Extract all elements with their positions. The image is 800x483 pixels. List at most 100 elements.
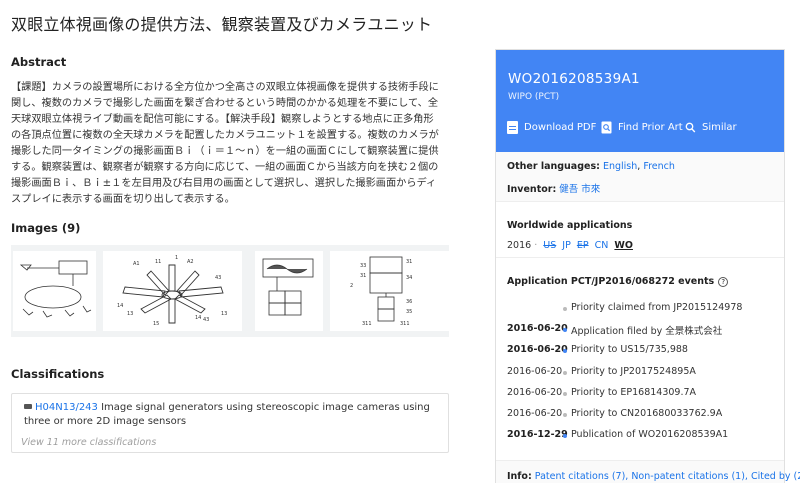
fig2-label: A1 [133,261,140,267]
worldwide-applications-row: 2016 · US JP EP CN WO [507,240,633,251]
event-date: 2016-06-20 [507,365,563,377]
event-description: Priority to US15/735,988 [571,344,688,356]
classification-row: H04N13/243 Image signal generators using… [24,401,444,429]
page-title: 双眼立体視画像の提供方法、観察装置及びカメラユニット [11,15,433,34]
event-date: 2016-06-20 [507,323,568,335]
patent-figure-3 [262,258,314,316]
publication-number: WO2016208539A1 [508,71,640,87]
languages-inventor-section: Other languages: English, French Invento… [496,152,784,202]
info-links[interactable]: Patent citations (7), Non-patent citatio… [535,471,800,482]
classification-code-link[interactable]: H04N13/243 [35,402,98,413]
search-document-icon [601,121,612,134]
info-section: Info: Patent citations (7), Non-patent c… [496,460,800,483]
inventor-link[interactable]: 健吾 市來 [559,184,600,195]
document-icon [507,121,518,134]
image-thumbnail-1[interactable] [13,251,96,331]
event-description: Application filed by 全景株式会社 [571,326,723,338]
classifications-heading: Classifications [11,367,105,381]
image-thumbnail-3[interactable] [255,251,323,331]
worldwide-applications-title: Worldwide applications [507,220,633,231]
image-thumbnail-4[interactable]: 33 31 34 2 31 36 35 311 311 [330,251,449,331]
timeline-dot-icon [563,307,567,311]
inventor-label: Inventor: [507,184,557,195]
timeline-dot-icon [563,413,567,417]
similar-icon [685,122,696,133]
fig4-label: 31 [406,259,412,265]
event-date: 2016-12-29 [507,429,568,441]
language-link-english[interactable]: English [603,161,637,172]
fig4-label: 36 [406,299,412,305]
event-row: 2016-06-20 Priority to JP2017524895A [507,366,777,382]
event-date: 2016-06-20 [507,386,563,398]
download-pdf-button[interactable]: Download PDF [507,121,596,134]
fig2-label: 14 [117,303,123,309]
fig2-label: 43 [215,275,221,281]
event-row: 2016-06-20 Priority to CN201680033762.9A [507,408,777,424]
event-row: 2016-06-20 Application filed by 全景株式会社 [507,323,777,339]
country-link-us[interactable]: US [543,240,556,251]
fig4-label: 34 [406,275,412,281]
fig4-label: 35 [406,309,412,315]
worldwide-applications-section: Worldwide applications 2016 · US JP EP C… [496,203,784,258]
fig4-label: 311 [362,321,372,327]
country-link-jp[interactable]: JP [562,240,571,251]
fig4-label: 311 [400,321,410,327]
country-link-cn[interactable]: CN [595,240,609,251]
fig2-label: 1 [175,255,178,261]
patent-figure-2: A1 11 A2 1 43 14 13 15 14 43 13 [117,255,227,327]
event-row: 2016-12-29 Publication of WO2016208539A1 [507,429,777,445]
worldwide-year: 2016 [507,240,532,251]
event-description: Priority claimed from JP2015124978 [571,302,743,313]
event-description: Priority to JP2017524895A [571,365,696,377]
country-link-wo[interactable]: WO [614,240,633,251]
event-description: Priority to EP16814309.7A [571,386,697,398]
fig2-label: 11 [155,259,161,265]
tag-icon [24,404,32,409]
fig4-label: 2 [350,283,353,289]
fig2-label: 14 [195,315,201,321]
event-description: Priority to CN201680033762.9A [571,408,723,419]
fig2-label: 13 [127,311,133,317]
fig2-label: 43 [203,317,209,323]
panel-header: WO2016208539A1 WIPO (PCT) Download PDF F… [496,50,784,152]
fig2-label: A2 [187,259,194,265]
fig4-label: 33 [360,263,366,269]
abstract-heading: Abstract [11,55,67,69]
language-link-french[interactable]: French [643,161,675,172]
other-languages-label: Other languages: [507,161,600,172]
images-carousel: A1 11 A2 1 43 14 13 15 14 43 13 33 31 34… [11,245,449,337]
help-icon[interactable]: ? [718,277,729,287]
event-date: 2016-06-20 [507,344,568,356]
find-prior-art-button[interactable]: Find Prior Art [601,121,683,134]
similar-label: Similar [702,122,737,133]
find-prior-art-label: Find Prior Art [618,122,683,133]
view-more-classifications-link[interactable]: View 11 more classifications [21,437,156,448]
country-link-ep[interactable]: EP [577,240,589,251]
abstract-text: 【課題】カメラの設置場所における全方位かつ全高さの双眼立体視画像を提供する技術手… [11,82,439,205]
patent-figure-1 [19,260,92,318]
event-row: 2016-06-20 Priority to EP16814309.7A [507,387,777,403]
timeline-dot-icon [563,370,567,375]
events-title: Application PCT/JP2016/068272 events? [507,276,729,287]
event-row: 2016-06-20 Priority to US15/735,988 [507,344,777,360]
info-row: Info: Patent citations (7), Non-patent c… [507,471,800,482]
info-label: Info: [507,471,532,482]
other-languages-row: Other languages: English, French [507,161,675,172]
publication-panel: WO2016208539A1 WIPO (PCT) Download PDF F… [495,49,800,483]
event-description: Publication of WO2016208539A1 [571,429,729,441]
inventor-row: Inventor: 健吾 市來 [507,181,600,195]
classifications-box: H04N13/243 Image signal generators using… [11,393,449,453]
fig2-label: 13 [221,311,227,317]
timeline-dot-icon [563,391,567,396]
images-heading: Images (9) [11,221,81,235]
download-pdf-label: Download PDF [524,122,597,133]
fig2-label: 15 [153,321,159,327]
patent-figure-4: 33 31 34 2 31 36 35 311 311 [350,256,412,327]
similar-button[interactable]: Similar [685,121,737,134]
publication-office: WIPO (PCT) [508,92,560,102]
event-date: 2016-06-20 [507,408,563,419]
events-title-text: Application PCT/JP2016/068272 events [507,276,715,287]
event-row: Priority claimed from JP2015124978 [507,302,777,318]
fig4-label: 31 [360,273,366,279]
image-thumbnail-2[interactable]: A1 11 A2 1 43 14 13 15 14 43 13 [103,251,242,331]
